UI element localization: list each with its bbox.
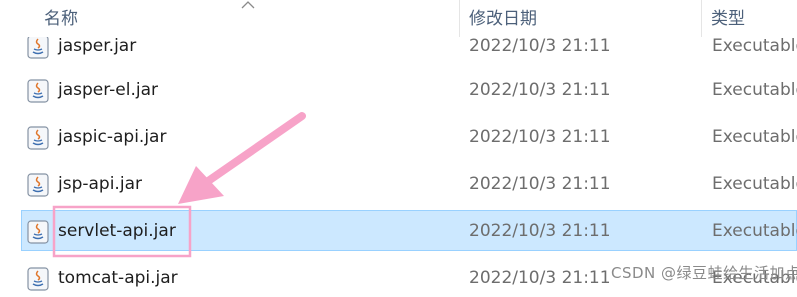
file-name: tomcat-api.jar: [58, 268, 178, 288]
file-date-modified: 2022/10/3 21:11: [469, 127, 611, 147]
java-jar-file-icon: [27, 267, 49, 291]
file-type: Executable: [712, 37, 797, 56]
file-date-modified: 2022/10/3 21:11: [469, 221, 611, 241]
file-type: Executable: [712, 80, 797, 100]
file-date-modified: 2022/10/3 21:11: [469, 80, 611, 100]
file-type: Executable: [712, 127, 797, 147]
java-jar-file-icon: [27, 79, 49, 103]
java-jar-file-icon: [27, 173, 49, 197]
file-date-modified: 2022/10/3 21:11: [469, 37, 611, 56]
column-header-bar: 名称 修改日期 类型: [0, 0, 797, 37]
file-name: jasper.jar: [58, 37, 137, 56]
file-name: jaspic-api.jar: [58, 127, 167, 147]
column-divider[interactable]: [459, 0, 460, 37]
column-divider[interactable]: [701, 0, 702, 37]
file-date-modified: 2022/10/3 21:11: [469, 268, 611, 288]
file-row-jsp-api[interactable]: jsp-api.jar 2022/10/3 21:11 Executable: [21, 163, 797, 204]
file-date-modified: 2022/10/3 21:11: [469, 174, 611, 194]
column-header-date-modified[interactable]: 修改日期: [469, 0, 537, 37]
file-name: jsp-api.jar: [58, 174, 142, 194]
sort-ascending-icon[interactable]: [239, 0, 257, 12]
java-jar-file-icon: [27, 37, 49, 59]
file-row-jasper[interactable]: jasper.jar 2022/10/3 21:11 Executable: [21, 37, 797, 66]
column-header-name[interactable]: 名称: [44, 0, 78, 37]
java-jar-file-icon: [27, 126, 49, 150]
column-header-type[interactable]: 类型: [711, 0, 745, 37]
file-row-servlet-api-selected[interactable]: servlet-api.jar 2022/10/3 21:11 Executab…: [21, 210, 797, 251]
file-type: Executable: [712, 174, 797, 194]
file-name: servlet-api.jar: [58, 221, 176, 241]
file-type: Executable: [712, 221, 797, 241]
file-row-jasper-el[interactable]: jasper-el.jar 2022/10/3 21:11 Executable: [21, 69, 797, 110]
file-name: jasper-el.jar: [58, 80, 158, 100]
file-list: jasper.jar 2022/10/3 21:11 Executable ja…: [0, 37, 797, 297]
java-jar-file-icon: [27, 220, 49, 244]
watermark: CSDN @绿豆蛙给生活加点甜: [611, 264, 797, 282]
file-row-jaspic-api[interactable]: jaspic-api.jar 2022/10/3 21:11 Executabl…: [21, 116, 797, 157]
